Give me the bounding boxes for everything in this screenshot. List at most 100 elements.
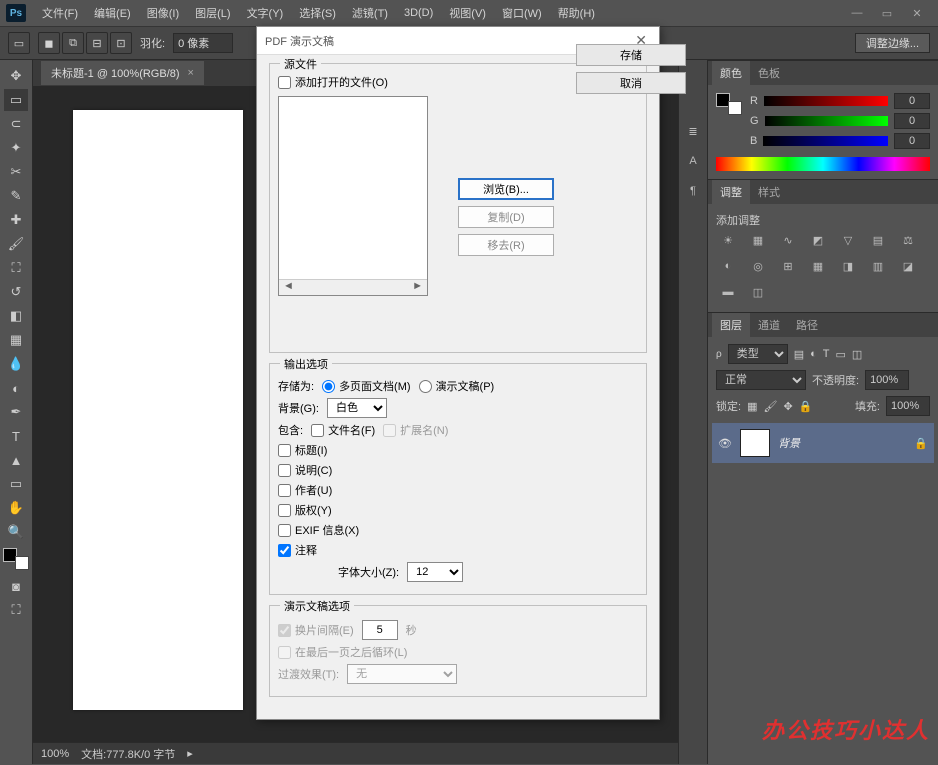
screenmode-toggle[interactable]: ⛶ [4,599,28,621]
zoom-readout[interactable]: 100% [41,748,69,760]
save-button[interactable]: 存储 [576,44,686,66]
history-panel-icon[interactable]: ≣ [682,120,704,142]
photo-filter-icon[interactable]: ◎ [748,258,768,274]
hue-icon[interactable]: ▤ [868,232,888,248]
menu-help[interactable]: 帮助(H) [550,1,603,25]
lock-all-icon[interactable]: 🔒 [799,400,813,413]
visibility-icon[interactable]: 👁 [718,437,732,450]
color-swatches[interactable] [3,548,29,570]
eraser-tool[interactable]: ◧ [4,305,28,327]
stamp-tool[interactable]: ⛶ [4,257,28,279]
layer-thumbnail[interactable] [740,429,770,457]
extension-checkbox[interactable]: 扩展名(N) [383,422,448,438]
menu-edit[interactable]: 编辑(E) [86,1,139,25]
move-tool[interactable]: ✥ [4,65,28,87]
multipage-radio[interactable]: 多页面文档(M) [322,378,411,394]
opacity-input[interactable] [865,370,909,390]
marquee-tool[interactable]: ▭ [4,89,28,111]
filter-kind-select[interactable]: 类型 [728,344,788,364]
remove-button[interactable]: 移去(R) [458,234,554,256]
loop-checkbox[interactable]: 在最后一页之后循环(L) [278,644,407,660]
exposure-icon[interactable]: ◩ [808,232,828,248]
tab-layers[interactable]: 图层 [712,313,750,337]
menu-file[interactable]: 文件(F) [34,1,86,25]
char-panel-icon[interactable]: A [682,150,704,172]
invert-icon[interactable]: ◨ [838,258,858,274]
scroll-left-icon[interactable]: ◄ [283,280,294,295]
layer-row-background[interactable]: 👁 背景 🔒 [712,423,934,463]
tab-swatches[interactable]: 色板 [750,61,788,85]
exif-checkbox[interactable]: EXIF 信息(X) [278,522,359,538]
file-listbox[interactable]: ◄► [278,96,428,296]
filter-pixel-icon[interactable]: ▤ [794,348,804,361]
filter-text-icon[interactable]: T [823,348,830,360]
fontsize-select[interactable]: 12 [407,562,463,582]
author-checkbox[interactable]: 作者(U) [278,482,332,498]
wand-tool[interactable]: ✦ [4,137,28,159]
poster-icon[interactable]: ▥ [868,258,888,274]
pen-tool[interactable]: ✒ [4,401,28,423]
cancel-button[interactable]: 取消 [576,72,686,94]
para-panel-icon[interactable]: ¶ [682,180,704,202]
menu-3d[interactable]: 3D(D) [396,3,441,23]
tab-styles[interactable]: 样式 [750,180,788,204]
mixer-icon[interactable]: ⊞ [778,258,798,274]
duplicate-button[interactable]: 复制(D) [458,206,554,228]
zoom-tool[interactable]: 🔍 [4,521,28,543]
gradmap-icon[interactable]: ▬ [718,284,738,300]
tab-paths[interactable]: 路径 [788,313,826,337]
vibrance-icon[interactable]: ▽ [838,232,858,248]
quickmask-toggle[interactable]: ◙ [4,575,28,597]
filter-adj-icon[interactable]: ◐ [810,348,817,360]
value-r[interactable] [894,93,930,109]
value-b[interactable] [894,133,930,149]
description-checkbox[interactable]: 说明(C) [278,462,332,478]
canvas[interactable] [73,110,243,710]
lookup-icon[interactable]: ▦ [808,258,828,274]
balance-icon[interactable]: ⚖ [898,232,918,248]
tab-close-icon[interactable]: × [188,67,194,79]
slider-g[interactable] [765,116,888,126]
tab-adjustments[interactable]: 调整 [712,180,750,204]
value-g[interactable] [894,113,930,129]
color-ramp[interactable] [716,157,930,171]
history-brush-tool[interactable]: ↺ [4,281,28,303]
lasso-tool[interactable]: ⊂ [4,113,28,135]
title-checkbox[interactable]: 标题(I) [278,442,327,458]
crop-tool[interactable]: ✂ [4,161,28,183]
close-button[interactable]: ✕ [902,3,932,23]
curves-icon[interactable]: ∿ [778,232,798,248]
status-menu-icon[interactable]: ▸ [187,747,193,760]
slider-b[interactable] [763,136,888,146]
blur-tool[interactable]: 💧 [4,353,28,375]
tab-channels[interactable]: 通道 [750,313,788,337]
brightness-icon[interactable]: ☀ [718,232,738,248]
menu-image[interactable]: 图像(I) [139,1,187,25]
text-tool[interactable]: T [4,425,28,447]
background-select[interactable]: 白色 [327,398,387,418]
interval-checkbox[interactable]: 换片间隔(E) [278,622,354,638]
heal-tool[interactable]: ✚ [4,209,28,231]
menu-view[interactable]: 视图(V) [441,1,494,25]
presentation-radio[interactable]: 演示文稿(P) [419,378,495,394]
shape-tool[interactable]: ▭ [4,473,28,495]
slider-r[interactable] [764,96,888,106]
panel-swatch[interactable] [716,93,742,115]
scroll-right-icon[interactable]: ► [412,280,423,295]
maximize-button[interactable]: ▭ [872,3,902,23]
refine-edge-button[interactable]: 调整边缘... [855,33,930,53]
levels-icon[interactable]: ▦ [748,232,768,248]
fill-input[interactable] [886,396,930,416]
browse-button[interactable]: 浏览(B)... [458,178,554,200]
gradient-tool[interactable]: ▦ [4,329,28,351]
annotation-checkbox[interactable]: 注释 [278,542,317,558]
copyright-checkbox[interactable]: 版权(Y) [278,502,332,518]
threshold-icon[interactable]: ◪ [898,258,918,274]
selection-mode-icons[interactable]: ◼⧉⊟⊡ [38,32,132,54]
feather-input[interactable] [173,33,233,53]
filename-checkbox[interactable]: 文件名(F) [311,422,375,438]
menu-window[interactable]: 窗口(W) [494,1,550,25]
bw-icon[interactable]: ◐ [718,258,738,274]
menu-filter[interactable]: 滤镜(T) [344,1,396,25]
minimize-button[interactable]: — [842,3,872,23]
